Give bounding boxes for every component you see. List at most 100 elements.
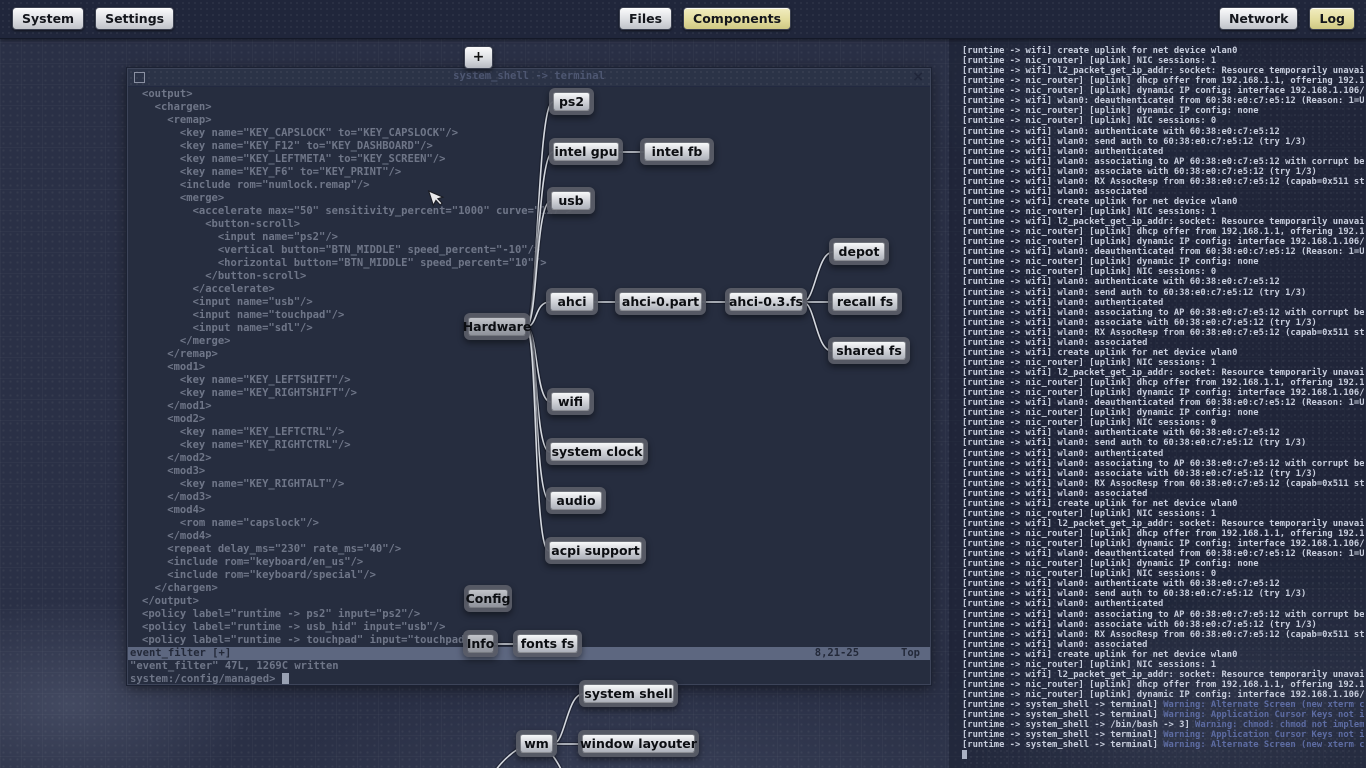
log-line: [runtime -> system_shell -> terminal] Wa… xyxy=(962,730,1364,741)
close-icon[interactable]: × xyxy=(912,69,924,85)
log-line: [runtime -> nic_router] [uplink] NIC ses… xyxy=(962,659,1217,670)
log-line: [runtime -> wifi] wlan0: authenticate wi… xyxy=(962,126,1280,137)
log-line: [runtime -> wifi] wlan0: associated xyxy=(962,488,1148,499)
graph-node-depot[interactable]: depot xyxy=(829,238,889,265)
topbar-button-components[interactable]: Components xyxy=(683,7,792,30)
log-panel: [runtime -> wifi] create uplink for net … xyxy=(962,46,1364,768)
log-line: [runtime -> wifi] wlan0: associate with … xyxy=(962,317,1317,328)
log-line: [runtime -> wifi] create uplink for net … xyxy=(962,196,1238,207)
graph-node-audio[interactable]: audio xyxy=(546,487,606,514)
graph-node-wm[interactable]: wm xyxy=(516,730,557,757)
graph-node-label: usb xyxy=(551,191,591,210)
log-line: [runtime -> system_shell -> /bin/bash ->… xyxy=(962,720,1364,731)
log-line: [runtime -> wifi] wlan0: associate with … xyxy=(962,619,1317,630)
graph-node-usb[interactable]: usb xyxy=(547,187,595,214)
topbar-button-system[interactable]: System xyxy=(12,7,85,30)
log-line: [runtime -> wifi] wlan0: deauthenticated… xyxy=(962,96,1364,107)
graph-node-label: window layouter xyxy=(580,734,697,753)
window-titlebar[interactable]: system_shell -> terminal × xyxy=(128,69,930,87)
statusbar-filename: event_filter [+] xyxy=(130,647,232,659)
graph-node-label: ahci-0.part xyxy=(619,292,702,311)
log-line: [runtime -> nic_router] [uplink] dhcp of… xyxy=(962,679,1364,690)
log-line: [runtime -> nic_router] [uplink] dynamic… xyxy=(962,237,1364,248)
graph-node-info[interactable]: Info xyxy=(463,630,498,657)
log-line: [runtime -> nic_router] [uplink] dynamic… xyxy=(962,257,1259,268)
graph-node-intel_gpu[interactable]: intel gpu xyxy=(549,138,623,165)
log-line: [runtime -> wifi] wlan0: RX AssocResp fr… xyxy=(962,327,1364,338)
graph-node-ahci_0_part[interactable]: ahci-0.part xyxy=(615,288,706,315)
editor-message: "event_filter" 47L, 1269C written xyxy=(130,660,339,672)
graph-node-config[interactable]: Config xyxy=(464,585,512,612)
graph-node-window_layouter[interactable]: window layouter xyxy=(578,730,699,757)
log-line: [runtime -> wifi] l2_packet_get_ip_addr:… xyxy=(962,669,1364,680)
graph-node-hardware[interactable]: Hardware xyxy=(463,313,531,340)
graph-node-label: shared fs xyxy=(832,341,906,360)
log-line: [runtime -> nic_router] [uplink] NIC ses… xyxy=(962,569,1217,580)
graph-node-acpi_support[interactable]: acpi support xyxy=(545,537,646,564)
topbar-button-network[interactable]: Network xyxy=(1218,7,1299,30)
graph-node-label: system clock xyxy=(550,442,644,461)
log-line: [runtime -> wifi] create uplink for net … xyxy=(962,46,1238,56)
statusbar-scroll-state: Top xyxy=(901,647,920,659)
log-line: [runtime -> wifi] wlan0: authenticated xyxy=(962,297,1164,308)
log-line: [runtime -> wifi] wlan0: RX AssocResp fr… xyxy=(962,176,1364,187)
statusbar-cursor-position: 8,21-25 xyxy=(814,647,860,659)
topbar-button-files[interactable]: Files xyxy=(619,7,673,30)
graph-node-fonts_fs[interactable]: fonts fs xyxy=(513,630,582,657)
graph-node-label: ahci xyxy=(550,292,594,311)
log-line: [runtime -> nic_router] [uplink] dynamic… xyxy=(962,388,1364,399)
log-line: [runtime -> nic_router] [uplink] NIC ses… xyxy=(962,56,1217,67)
log-line: [runtime -> wifi] wlan0: associate with … xyxy=(962,468,1317,479)
log-line: [runtime -> wifi] wlan0: associated xyxy=(962,639,1148,650)
log-line: [runtime -> nic_router] [uplink] dhcp of… xyxy=(962,378,1364,389)
log-line: [runtime -> wifi] wlan0: send auth to 60… xyxy=(962,438,1307,449)
graph-node-shared_fs[interactable]: shared fs xyxy=(828,337,910,364)
log-line: [runtime -> wifi] l2_packet_get_ip_addr:… xyxy=(962,66,1364,77)
top-menubar: System Settings Files Components Network Lo… xyxy=(0,0,1366,39)
log-line: [runtime -> wifi] wlan0: associating to … xyxy=(962,458,1364,469)
log-line: [runtime -> nic_router] [uplink] dynamic… xyxy=(962,690,1364,700)
log-line: [runtime -> wifi] create uplink for net … xyxy=(962,649,1238,660)
log-line: [runtime -> wifi] create uplink for net … xyxy=(962,498,1238,509)
log-line: [runtime -> wifi] wlan0: deauthenticated… xyxy=(962,247,1364,258)
terminal-text[interactable]: <output> <chargen> <remap> <key name="KE… xyxy=(128,87,930,647)
graph-node-label: wm xyxy=(520,734,553,753)
graph-node-ahci_0_3_fs[interactable]: ahci-0.3.fs xyxy=(725,288,807,315)
log-line: [runtime -> wifi] wlan0: deauthenticated… xyxy=(962,398,1364,409)
graph-node-label: ps2 xyxy=(553,92,590,111)
graph-node-system_shell[interactable]: system shell xyxy=(579,680,678,707)
graph-node-recall_fs[interactable]: recall fs xyxy=(828,288,902,315)
log-line: [runtime -> wifi] wlan0: authenticated xyxy=(962,146,1164,157)
graph-node-wifi[interactable]: wifi xyxy=(547,388,594,415)
graph-node-ahci[interactable]: ahci xyxy=(546,288,598,315)
log-line: [runtime -> wifi] wlan0: authenticated xyxy=(962,599,1164,610)
graph-node-label: wifi xyxy=(551,392,590,411)
graph-node-label: system shell xyxy=(583,684,674,703)
log-line: [runtime -> nic_router] [uplink] dynamic… xyxy=(962,539,1364,550)
shell-prompt[interactable]: system:/config/managed> xyxy=(128,673,930,686)
graph-node-label: intel gpu xyxy=(553,142,619,161)
log-line: [runtime -> system_shell -> terminal] Wa… xyxy=(962,740,1364,751)
log-line: [runtime -> wifi] wlan0: send auth to 60… xyxy=(962,136,1307,147)
topbar-button-log[interactable]: Log xyxy=(1309,7,1355,30)
log-line: [runtime -> nic_router] [uplink] dynamic… xyxy=(962,106,1259,117)
topbar-button-settings[interactable]: Settings xyxy=(95,7,175,30)
graph-node-label: Info xyxy=(466,634,495,653)
log-line: [runtime -> wifi] wlan0: send auth to 60… xyxy=(962,589,1307,600)
log-line: [runtime -> nic_router] [uplink] dynamic… xyxy=(962,408,1259,419)
log-line: [runtime -> nic_router] [uplink] NIC ses… xyxy=(962,357,1217,368)
graph-node-ps2[interactable]: ps2 xyxy=(549,88,594,115)
window-title: system_shell -> terminal xyxy=(453,70,605,82)
log-line: [runtime -> wifi] l2_packet_get_ip_addr:… xyxy=(962,518,1364,529)
graph-add-node-button[interactable]: + xyxy=(464,46,493,69)
log-cursor xyxy=(962,750,967,760)
log-line: [runtime -> wifi] wlan0: authenticated xyxy=(962,448,1164,459)
log-line: [runtime -> wifi] wlan0: send auth to 60… xyxy=(962,287,1307,298)
graph-node-label: audio xyxy=(550,491,602,510)
log-line: [runtime -> wifi] wlan0: deauthenticated… xyxy=(962,549,1364,560)
log-line: [runtime -> wifi] wlan0: associated xyxy=(962,186,1148,197)
text-cursor xyxy=(281,673,289,684)
graph-node-intel_fb[interactable]: intel fb xyxy=(640,138,714,165)
graph-node-label: fonts fs xyxy=(517,634,578,653)
graph-node-system_clock[interactable]: system clock xyxy=(546,438,648,465)
